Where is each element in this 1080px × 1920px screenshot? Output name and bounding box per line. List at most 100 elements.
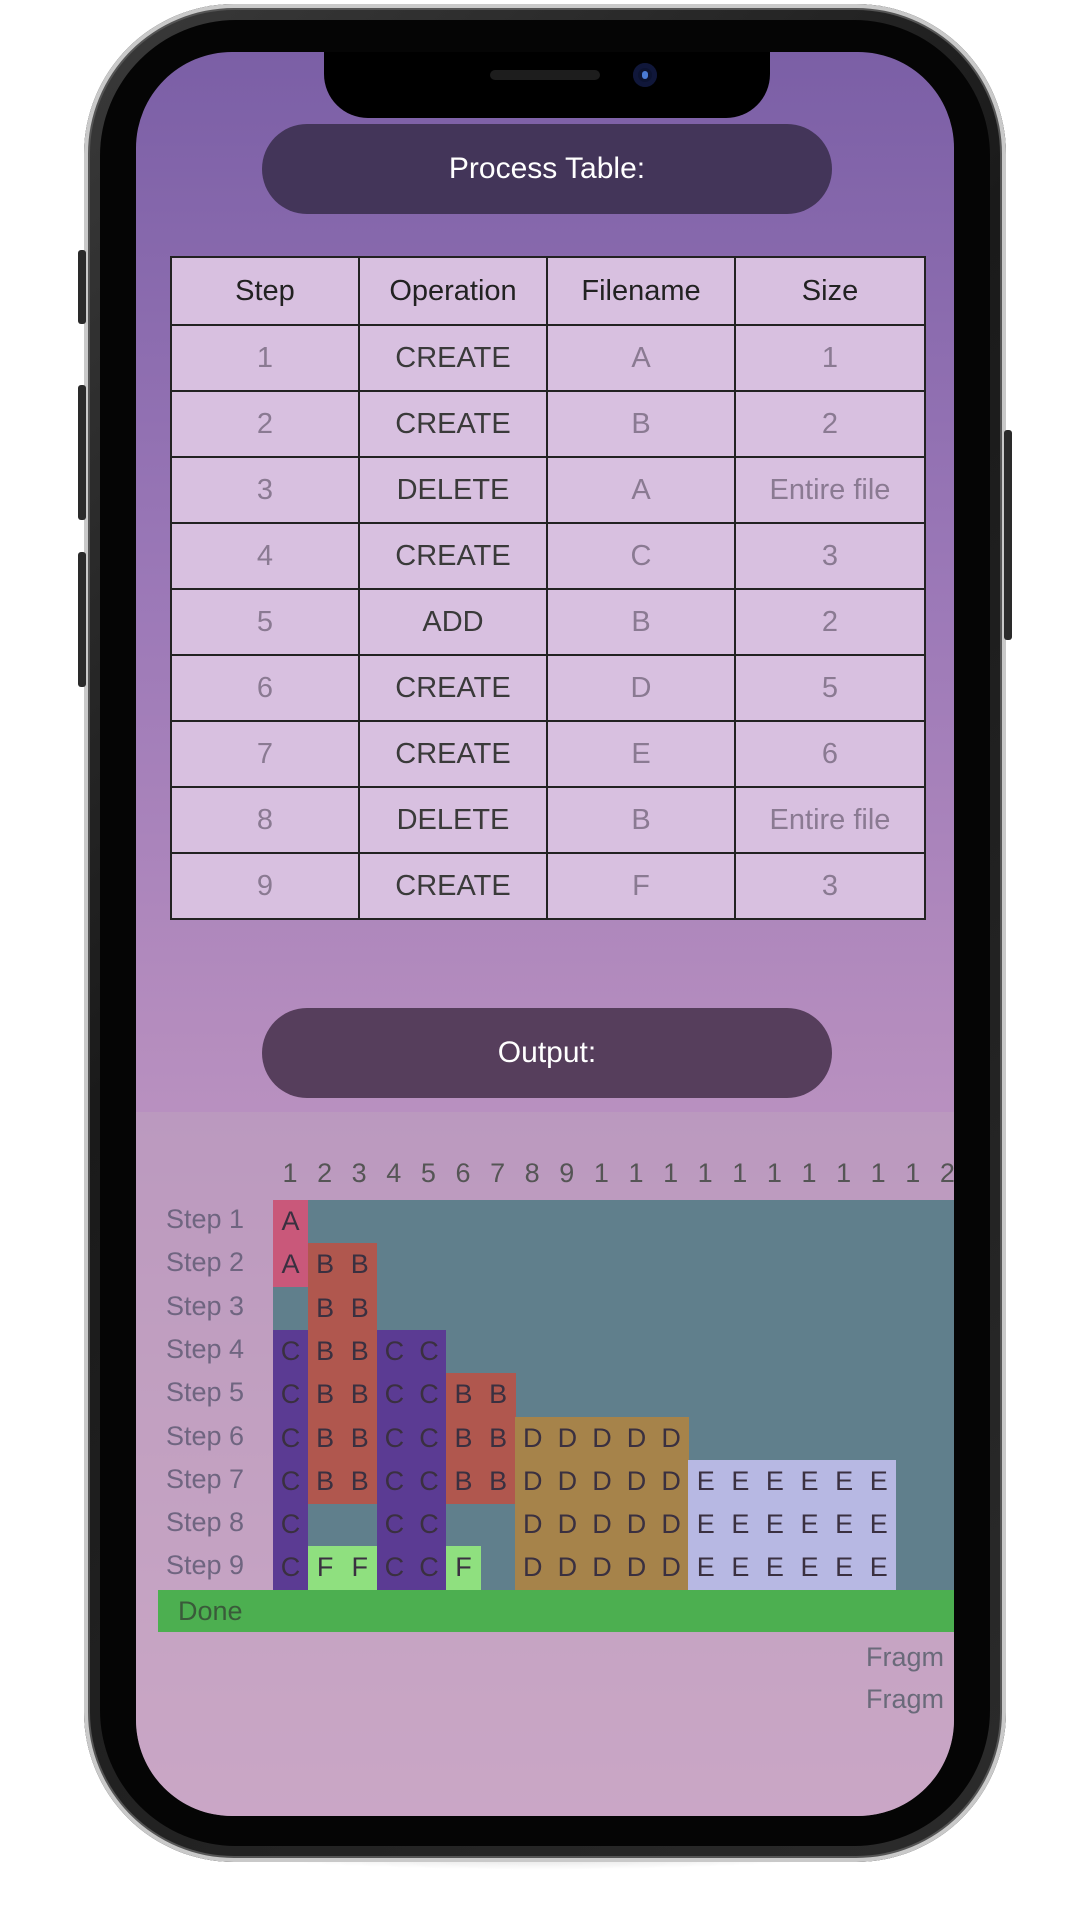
step-cell: 7 <box>170 720 360 788</box>
size-cell: 2 <box>734 390 926 458</box>
block-cell-b: B <box>480 1459 516 1504</box>
block-cell-c: C <box>376 1546 412 1591</box>
block-number: 8 <box>524 1158 540 1188</box>
size-cell: 1 <box>734 324 926 392</box>
block-cell-d: D <box>653 1546 689 1591</box>
step-label: Step 4 <box>166 1333 245 1364</box>
block-cell-c: C <box>376 1416 412 1461</box>
operation-cell: CREATE <box>358 720 548 788</box>
phone-notch <box>324 52 770 118</box>
block-cell-d: D <box>549 1416 585 1461</box>
column-header-step: Step <box>170 256 360 326</box>
column-header-operation: Operation <box>358 256 548 326</box>
block-cell-e: E <box>826 1459 862 1504</box>
done-bar: Done <box>158 1590 954 1632</box>
block-cell-b: B <box>342 1243 378 1288</box>
step-cell: 1 <box>170 324 360 392</box>
block-cell-d: D <box>619 1416 655 1461</box>
block-cell-f: F <box>446 1546 482 1591</box>
step-label: Step 5 <box>166 1377 245 1408</box>
speaker-grille <box>490 70 600 80</box>
block-cell-e: E <box>722 1503 758 1547</box>
step-cell: 4 <box>170 522 360 590</box>
block-cell-d: D <box>549 1546 585 1591</box>
block-cell-d: D <box>515 1416 551 1461</box>
column-header-size: Size <box>734 256 926 326</box>
block-cell-e: E <box>826 1546 862 1591</box>
block-number: 1 <box>870 1158 886 1188</box>
filename-cell: A <box>546 456 736 524</box>
table-row: 9 CREATE F 3 <box>170 852 926 920</box>
step-cell: 8 <box>170 786 360 854</box>
step-label: Step 9 <box>166 1550 245 1581</box>
block-number: 1 <box>282 1158 298 1188</box>
block-number: 1 <box>732 1158 748 1188</box>
output-heading: Output: <box>262 1008 832 1098</box>
block-cell-d: D <box>584 1546 620 1591</box>
table-row: 2 CREATE B 2 <box>170 390 926 458</box>
block-cell-c: C <box>411 1459 447 1504</box>
block-cell-b: B <box>342 1373 378 1417</box>
table-row: 1 CREATE A 1 <box>170 324 926 392</box>
block-cell-e: E <box>861 1459 897 1504</box>
size-cell: 3 <box>734 852 926 920</box>
block-number: 6 <box>455 1158 471 1188</box>
block-cell-c: C <box>273 1416 309 1461</box>
operation-cell: CREATE <box>358 324 548 392</box>
block-cell-d: D <box>515 1503 551 1547</box>
block-cell-b: B <box>480 1373 516 1417</box>
block-cell-d: D <box>584 1459 620 1504</box>
block-cell-b: B <box>307 1416 343 1461</box>
front-camera <box>633 63 657 87</box>
block-cell-d: D <box>549 1459 585 1504</box>
volume-down-button <box>78 552 86 687</box>
block-number: 1 <box>801 1158 817 1188</box>
mute-switch <box>78 250 86 324</box>
block-number: 1 <box>593 1158 609 1188</box>
size-cell: 6 <box>734 720 926 788</box>
block-number: 5 <box>420 1158 436 1188</box>
size-cell: Entire file <box>734 456 926 524</box>
filename-cell: B <box>546 786 736 854</box>
volume-up-button <box>78 385 86 520</box>
block-cell-b: B <box>307 1329 343 1374</box>
block-cell-e: E <box>792 1459 828 1504</box>
process-table: Step Operation Filename Size 1 CREATE A 1 2… <box>170 256 926 920</box>
block-cell-d: D <box>619 1503 655 1547</box>
operation-cell: CREATE <box>358 852 548 920</box>
block-cell-b: B <box>446 1373 482 1417</box>
block-cell-b: B <box>480 1416 516 1461</box>
block-number: 1 <box>766 1158 782 1188</box>
filename-cell: D <box>546 654 736 722</box>
block-cell-d: D <box>653 1416 689 1461</box>
block-number: 1 <box>905 1158 921 1188</box>
fragmentation-label: Fragm <box>866 1642 945 1672</box>
block-number: 1 <box>836 1158 852 1188</box>
block-cell-d: D <box>619 1459 655 1504</box>
block-cell-b: B <box>342 1416 378 1461</box>
table-row: 7 CREATE E 6 <box>170 720 926 788</box>
step-cell: 9 <box>170 852 360 920</box>
filename-cell: F <box>546 852 736 920</box>
block-cell-d: D <box>549 1503 585 1547</box>
block-cell-c: C <box>376 1459 412 1504</box>
table-row: 6 CREATE D 5 <box>170 654 926 722</box>
block-cell-e: E <box>826 1503 862 1547</box>
table-row: 5 ADD B 2 <box>170 588 926 656</box>
block-cell-e: E <box>861 1546 897 1591</box>
operation-cell: CREATE <box>358 522 548 590</box>
step-label: Step 3 <box>166 1290 245 1321</box>
block-number: 3 <box>351 1158 367 1188</box>
block-cell-b: B <box>446 1459 482 1504</box>
operation-cell: DELETE <box>358 456 548 524</box>
block-cell-b: B <box>342 1329 378 1374</box>
block-number: 7 <box>490 1158 506 1188</box>
block-cell-d: D <box>619 1546 655 1591</box>
operation-cell: CREATE <box>358 654 548 722</box>
block-cell-b: B <box>342 1286 378 1331</box>
block-cell-b: B <box>342 1459 378 1504</box>
block-cell-d: D <box>653 1503 689 1547</box>
block-cell-a: A <box>273 1200 309 1244</box>
block-cell-c: C <box>411 1546 447 1591</box>
operation-cell: DELETE <box>358 786 548 854</box>
